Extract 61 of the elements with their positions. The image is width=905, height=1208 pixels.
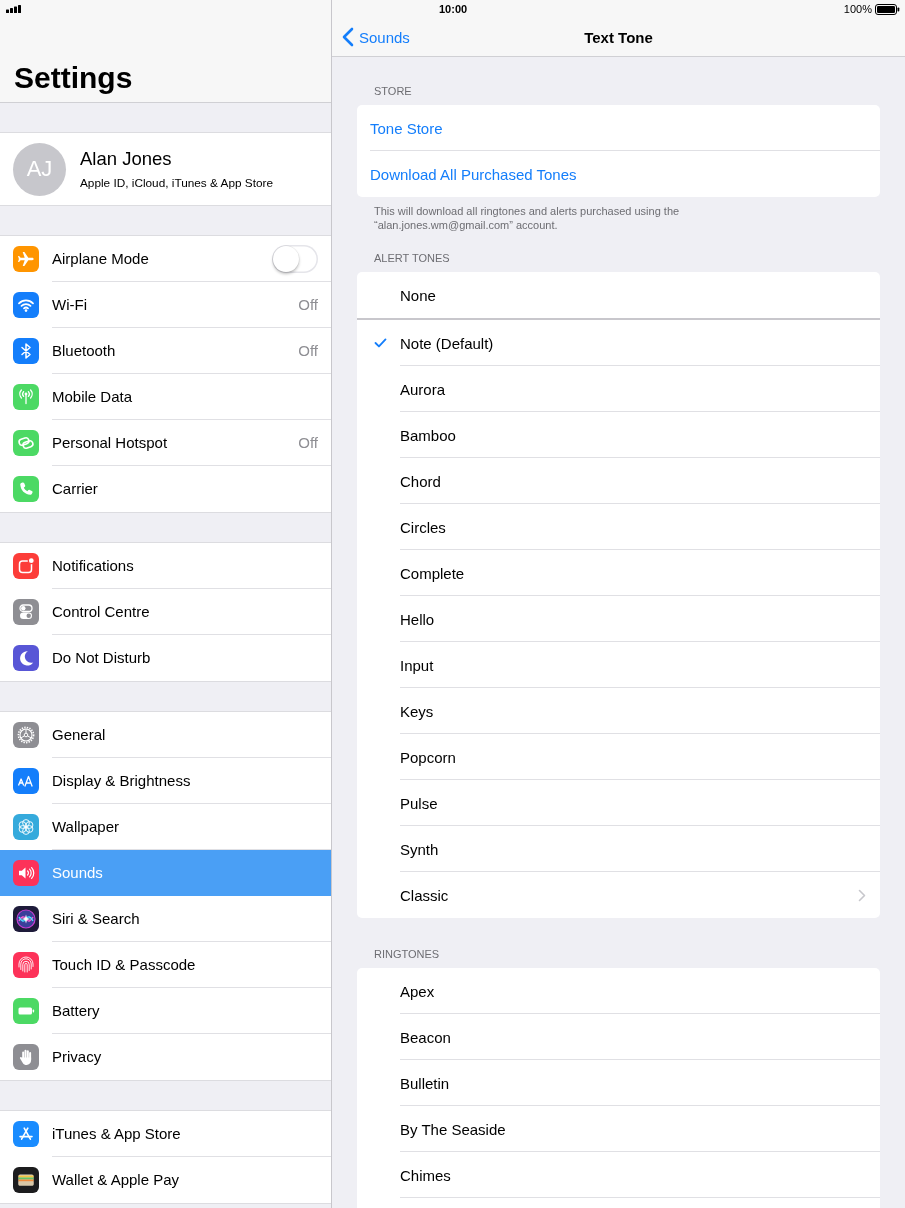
menu-link[interactable]: Download All Purchased Tones bbox=[357, 151, 880, 197]
tone-option[interactable]: Beacon bbox=[357, 1014, 880, 1060]
tone-option[interactable]: Synth bbox=[357, 826, 880, 872]
section-header: ALERT TONES bbox=[373, 252, 451, 266]
tone-option[interactable]: Bamboo bbox=[357, 412, 880, 458]
sidebar-item[interactable]: Display & Brightness bbox=[0, 758, 331, 804]
menu-link[interactable]: Tone Store bbox=[357, 105, 880, 151]
back-button[interactable]: Sounds bbox=[332, 27, 410, 47]
sidebar-item[interactable]: Mobile Data bbox=[0, 374, 331, 420]
sidebar-item[interactable]: Wallpaper bbox=[0, 804, 331, 850]
status-value: Off bbox=[298, 296, 318, 314]
tone-option[interactable]: Popcorn bbox=[357, 734, 880, 780]
tone-option[interactable]: By The Seaside bbox=[357, 1106, 880, 1152]
profile-subtitle: Apple ID, iCloud, iTunes & App Store bbox=[80, 176, 273, 190]
sidebar-item[interactable]: Wallet & Apple Pay bbox=[0, 1157, 331, 1203]
tone-option[interactable]: Note (Default) bbox=[357, 320, 880, 366]
sidebar-item[interactable]: Siri & Search bbox=[0, 896, 331, 942]
sidebar-item[interactable]: Do Not Disturb bbox=[0, 635, 331, 681]
sidebar-item[interactable]: Airplane Mode bbox=[0, 236, 331, 282]
back-chevron-icon bbox=[342, 27, 354, 47]
page-title: Settings bbox=[13, 60, 134, 96]
tone-option[interactable]: Circles bbox=[357, 504, 880, 550]
tone-option[interactable]: Input bbox=[357, 642, 880, 688]
toggle-switch[interactable] bbox=[272, 245, 318, 273]
sidebar-item[interactable]: Wi-Fi Off bbox=[0, 282, 331, 328]
tone-option[interactable]: Aurora bbox=[357, 366, 880, 412]
section-footer-text: This will download all ringtones and alerts purchased using the “alan.jones.wm@gmail.com” account. bbox=[373, 204, 681, 232]
tone-option[interactable]: None bbox=[357, 272, 880, 320]
tone-option[interactable]: Chord bbox=[357, 458, 880, 504]
tone-option[interactable]: Classic bbox=[357, 872, 880, 918]
sidebar-item[interactable]: General bbox=[0, 712, 331, 758]
sidebar-item[interactable]: Control Centre bbox=[0, 589, 331, 635]
sidebar-item[interactable]: Touch ID & Passcode bbox=[0, 942, 331, 988]
tone-option[interactable]: Bulletin bbox=[357, 1060, 880, 1106]
sidebar-item[interactable]: Bluetooth Off bbox=[0, 328, 331, 374]
profile-row[interactable]: AJ Alan Jones Apple ID, iCloud, iTunes & App Store bbox=[0, 133, 331, 205]
battery-percent: 100% bbox=[843, 3, 872, 15]
tone-option[interactable]: Apex bbox=[357, 968, 880, 1014]
tone-option[interactable]: Hello bbox=[357, 596, 880, 642]
section-header: RINGTONES bbox=[373, 948, 441, 962]
tone-option[interactable]: Chimes bbox=[357, 1152, 880, 1198]
sidebar-item[interactable]: Personal Hotspot Off bbox=[0, 420, 331, 466]
battery-icon bbox=[875, 3, 900, 15]
nav-title: Text Tone bbox=[584, 28, 653, 46]
sidebar-item[interactable]: Battery bbox=[0, 988, 331, 1034]
sidebar-item[interactable]: iTunes & App Store bbox=[0, 1111, 331, 1157]
checkmark-icon bbox=[374, 338, 387, 348]
tone-option[interactable]: Complete bbox=[357, 550, 880, 596]
sidebar-item[interactable]: Notifications bbox=[0, 543, 331, 589]
avatar: AJ bbox=[13, 142, 66, 196]
profile-name: Alan Jones bbox=[80, 148, 173, 170]
sidebar-item[interactable]: Carrier bbox=[0, 466, 331, 512]
status-time: 10:00 bbox=[439, 3, 468, 15]
tone-option[interactable]: Keys bbox=[357, 688, 880, 734]
section-header: STORE bbox=[373, 85, 413, 99]
status-value: Off bbox=[298, 342, 318, 360]
status-value: Off bbox=[298, 434, 318, 452]
sidebar-item[interactable]: Privacy bbox=[0, 1034, 331, 1080]
signal-icon bbox=[6, 5, 21, 13]
tone-option[interactable]: Pulse bbox=[357, 780, 880, 826]
chevron-right-icon bbox=[858, 888, 866, 902]
